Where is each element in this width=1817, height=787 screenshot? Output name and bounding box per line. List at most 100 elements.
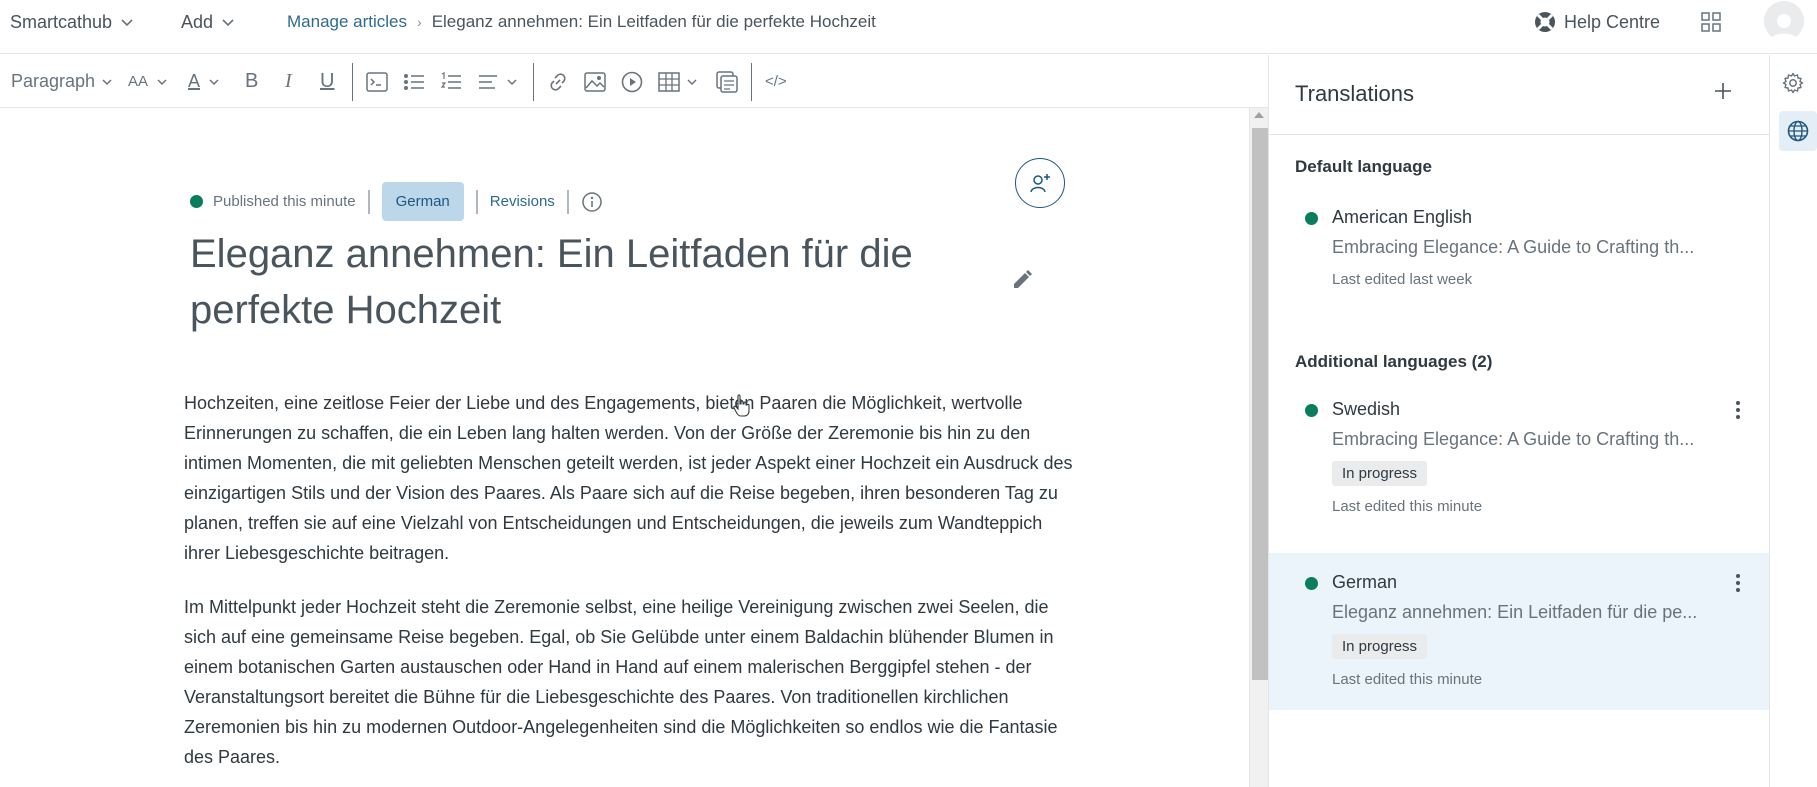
hand-cursor-icon	[733, 394, 750, 417]
additional-languages-label: Additional languages (2)	[1295, 352, 1493, 371]
article-status-bar: Published this minute German Revisions	[190, 182, 603, 221]
translations-tab[interactable]	[1779, 111, 1817, 151]
apps-grid-icon[interactable]	[1700, 11, 1722, 33]
add-collaborator-button[interactable]	[1015, 158, 1065, 208]
underline-button[interactable]: U	[320, 55, 334, 108]
divider	[367, 189, 370, 214]
translation-last-edited: Last edited last week	[1332, 271, 1473, 288]
toolbar-divider	[751, 63, 752, 101]
editor-toolbar: Paragraph AA A B I U </>	[0, 55, 1268, 108]
bulleted-list-icon	[404, 73, 424, 90]
numbered-list-button[interactable]	[440, 55, 462, 108]
add-translation-icon[interactable]	[1713, 81, 1733, 101]
translations-title: Translations	[1295, 81, 1415, 106]
translation-language-name: German	[1332, 572, 1398, 592]
translation-article-title: Embracing Elegance: A Guide to Crafting …	[1332, 237, 1695, 257]
image-icon	[584, 71, 606, 92]
link-icon	[550, 72, 566, 91]
align-left-icon	[479, 74, 497, 89]
translation-item-swedish[interactable]: Swedish Embracing Elegance: A Guide to C…	[1269, 395, 1769, 535]
translation-last-edited: Last edited this minute	[1332, 498, 1483, 515]
revisions-link[interactable]: Revisions	[490, 193, 555, 210]
translations-panel-header: Translations	[1269, 55, 1769, 135]
font-color-icon: A	[188, 71, 201, 91]
translation-language-name: Swedish	[1332, 399, 1401, 419]
divider	[475, 189, 478, 214]
font-color-dropdown[interactable]: A	[188, 55, 220, 108]
user-icon	[1770, 14, 1798, 41]
more-options-icon[interactable]	[1735, 400, 1741, 420]
translation-item-german[interactable]: German Eleganz annehmen: Ein Leitfaden f…	[1269, 553, 1769, 710]
translations-panel: Translations Default language American E…	[1268, 55, 1770, 787]
more-options-icon[interactable]	[1735, 573, 1741, 593]
status-badge: In progress	[1332, 461, 1428, 486]
insert-link-button[interactable]	[547, 55, 569, 108]
lifebuoy-icon	[1535, 12, 1555, 32]
chevron-down-icon	[209, 78, 219, 85]
insert-content-block-button[interactable]	[716, 55, 738, 108]
article-paragraph[interactable]: Im Mittelpunkt jeder Hochzeit steht die …	[184, 592, 1074, 772]
source-code-button[interactable]: </>	[765, 55, 787, 108]
translation-item-american-english[interactable]: American English Embracing Elegance: A G…	[1269, 203, 1769, 313]
side-rail	[1770, 55, 1817, 787]
status-badge: In progress	[1332, 634, 1428, 659]
published-status-label: Published this minute	[213, 193, 356, 210]
translation-language-name: American English	[1332, 207, 1473, 227]
add-user-icon	[1030, 174, 1050, 193]
status-dot	[1305, 404, 1318, 417]
article-paragraph[interactable]: Hochzeiten, eine zeitlose Feier der Lieb…	[184, 388, 1074, 568]
alignment-dropdown[interactable]	[478, 55, 518, 108]
article-body[interactable]: Hochzeiten, eine zeitlose Feier der Lieb…	[184, 388, 1074, 787]
scroll-up-arrow-icon[interactable]	[1254, 112, 1264, 118]
globe-icon	[1787, 120, 1809, 142]
paragraph-format-label: Paragraph	[11, 71, 96, 91]
article-editor: Published this minute German Revisions E…	[0, 108, 1250, 787]
text-size-icon: AA	[128, 73, 149, 90]
chevron-down-icon	[507, 78, 517, 85]
gear-icon[interactable]	[1782, 72, 1804, 94]
breadcrumb-manage-articles[interactable]: Manage articles	[287, 12, 407, 32]
underline-icon: U	[320, 70, 335, 92]
chevron-down-icon	[157, 78, 167, 85]
toolbar-divider	[533, 63, 534, 101]
chevron-down-icon	[121, 19, 133, 27]
avatar[interactable]	[1764, 1, 1804, 41]
translation-article-title: Embracing Elegance: A Guide to Crafting …	[1332, 429, 1695, 449]
translation-article-title: Eleganz annehmen: Ein Leitfaden für die …	[1332, 602, 1698, 622]
insert-table-dropdown[interactable]	[658, 55, 698, 108]
chevron-down-icon	[222, 19, 234, 27]
insert-video-button[interactable]	[621, 55, 643, 108]
code-block-button[interactable]	[366, 55, 388, 108]
breadcrumb: Manage articles › Eleganz annehmen: Ein …	[287, 0, 876, 44]
insert-image-button[interactable]	[584, 55, 606, 108]
info-icon[interactable]	[581, 191, 603, 213]
add-menu[interactable]: Add	[181, 0, 235, 44]
play-circle-icon	[621, 71, 643, 92]
default-language-label: Default language	[1295, 157, 1432, 176]
text-size-dropdown[interactable]: AA	[128, 55, 168, 108]
table-icon	[658, 71, 680, 92]
italic-button[interactable]: I	[285, 55, 292, 108]
editor-scrollbar[interactable]	[1249, 108, 1268, 787]
language-selector[interactable]: German	[381, 182, 464, 221]
bold-icon: B	[245, 70, 259, 92]
scrollbar-thumb[interactable]	[1252, 128, 1268, 680]
translation-last-edited: Last edited this minute	[1332, 671, 1483, 688]
top-bar: Smartcathub Add Manage articles › Elegan…	[0, 0, 1817, 54]
bulleted-list-button[interactable]	[403, 55, 425, 108]
article-title[interactable]: Eleganz annehmen: Ein Leitfaden für die …	[190, 226, 950, 338]
bold-button[interactable]: B	[245, 55, 258, 108]
status-dot	[1305, 212, 1318, 225]
chevron-down-icon	[687, 78, 697, 85]
content-block-icon	[716, 70, 738, 93]
pencil-icon[interactable]	[1011, 269, 1033, 291]
brand-menu[interactable]: Smartcathub	[10, 0, 134, 44]
divider	[566, 189, 569, 214]
help-centre-label: Help Centre	[1564, 11, 1661, 32]
help-centre-link[interactable]: Help Centre	[1534, 0, 1660, 44]
paragraph-format-dropdown[interactable]: Paragraph	[11, 55, 113, 108]
italic-icon: I	[285, 70, 292, 92]
numbered-list-icon	[440, 71, 461, 89]
source-code-icon: </>	[765, 73, 787, 90]
brand-label: Smartcathub	[10, 11, 113, 32]
